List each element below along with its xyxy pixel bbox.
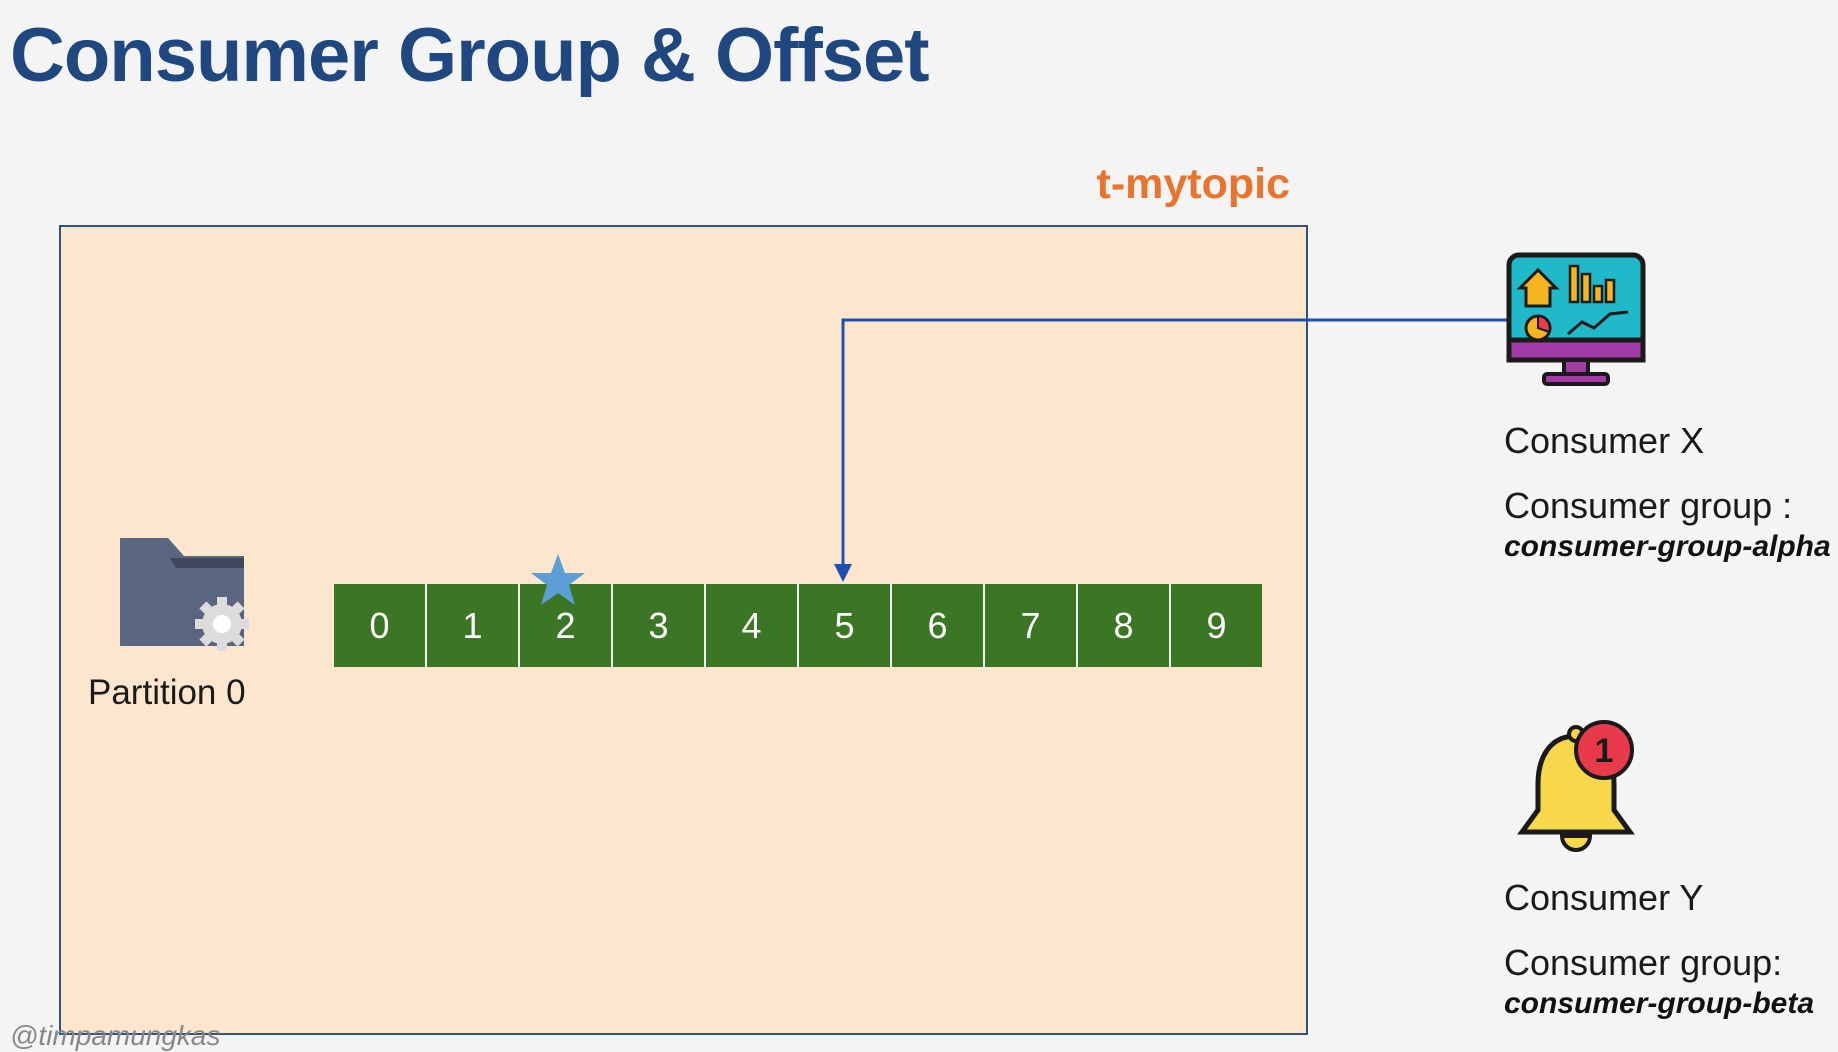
- dashboard-monitor-icon: [1506, 252, 1646, 386]
- consumer-x-group-label: Consumer group :: [1504, 485, 1793, 526]
- bell-badge-count: 1: [1595, 732, 1614, 770]
- consumer-x-name: Consumer X: [1504, 420, 1705, 461]
- watermark: @timpamungkas: [10, 1020, 221, 1051]
- consumer-y-group-label: Consumer group:: [1504, 942, 1783, 983]
- consumer-y-name: Consumer Y: [1504, 877, 1704, 918]
- consumer-y-group-value: consumer-group-beta: [1504, 987, 1815, 1020]
- consumer-x-group-value: consumer-group-alpha: [1504, 530, 1831, 563]
- notification-bell-icon: 1: [1517, 720, 1635, 852]
